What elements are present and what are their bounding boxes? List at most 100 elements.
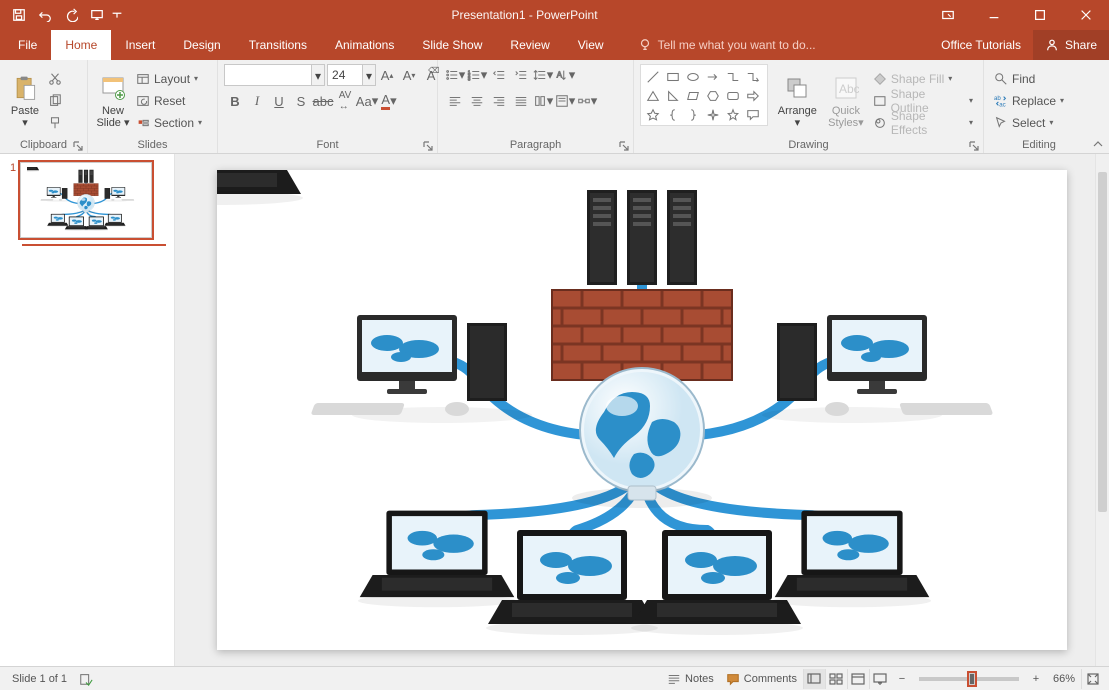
- comments-button[interactable]: Comments: [720, 672, 803, 686]
- replace-button[interactable]: abacReplace ▾: [990, 90, 1068, 112]
- bullets-button[interactable]: ▾: [444, 64, 466, 86]
- quick-styles-button[interactable]: Abc QuickStyles▾: [827, 64, 865, 137]
- justify-button[interactable]: [510, 90, 532, 112]
- minimize-button[interactable]: [971, 0, 1017, 30]
- line-spacing-button[interactable]: ▾: [532, 64, 554, 86]
- decrease-indent-button[interactable]: [488, 64, 510, 86]
- shape-conn2-icon[interactable]: [743, 67, 763, 86]
- collapse-ribbon-icon[interactable]: [1091, 137, 1105, 151]
- slide-thumbnail-1[interactable]: [20, 162, 152, 238]
- launcher-icon[interactable]: [423, 141, 433, 151]
- shape-oval-icon[interactable]: [683, 67, 703, 86]
- char-spacing-button[interactable]: AV↔: [334, 90, 356, 112]
- scrollbar-thumb[interactable]: [1098, 172, 1107, 512]
- zoom-percentage[interactable]: 66%: [1047, 673, 1081, 685]
- zoom-out-button[interactable]: −: [891, 669, 913, 689]
- tab-transitions[interactable]: Transitions: [235, 30, 321, 60]
- slide-canvas[interactable]: [217, 170, 1067, 650]
- maximize-button[interactable]: [1017, 0, 1063, 30]
- cut-button[interactable]: [44, 68, 66, 90]
- find-button[interactable]: Find: [990, 68, 1068, 90]
- shape-callout-icon[interactable]: [743, 105, 763, 124]
- zoom-slider-thumb[interactable]: [969, 673, 975, 685]
- qat-customize-icon[interactable]: [110, 0, 124, 30]
- slide-thumbnail-pane[interactable]: 1: [0, 154, 175, 666]
- change-case-button[interactable]: Aa▾: [356, 90, 378, 112]
- shape-roundrect-icon[interactable]: [723, 86, 743, 105]
- layout-button[interactable]: Layout▾: [132, 68, 206, 90]
- shape-4star-icon[interactable]: [703, 105, 723, 124]
- decrease-font-button[interactable]: A▾: [398, 64, 420, 86]
- bold-button[interactable]: B: [224, 90, 246, 112]
- shape-lbrace-icon[interactable]: [663, 105, 683, 124]
- fit-to-window-button[interactable]: [1081, 669, 1103, 689]
- shape-paral-icon[interactable]: [683, 86, 703, 105]
- redo-button[interactable]: [58, 0, 84, 30]
- account-name[interactable]: Office Tutorials: [929, 30, 1033, 60]
- shape-line-icon[interactable]: [643, 67, 663, 86]
- tab-review[interactable]: Review: [496, 30, 563, 60]
- reading-view-button[interactable]: [847, 669, 869, 689]
- launcher-icon[interactable]: [969, 141, 979, 151]
- shape-hex-icon[interactable]: [703, 86, 723, 105]
- numbering-button[interactable]: 123▾: [466, 64, 488, 86]
- italic-button[interactable]: I: [246, 90, 268, 112]
- tab-view[interactable]: View: [564, 30, 618, 60]
- vertical-scrollbar[interactable]: [1095, 154, 1109, 666]
- align-text-button[interactable]: ▾: [554, 90, 576, 112]
- shapes-gallery[interactable]: [640, 64, 768, 126]
- increase-indent-button[interactable]: [510, 64, 532, 86]
- shape-rtriangle-icon[interactable]: [663, 86, 683, 105]
- font-size-combo[interactable]: 24: [327, 64, 363, 86]
- font-name-dropdown-icon[interactable]: ▾: [312, 64, 325, 86]
- align-center-button[interactable]: [466, 90, 488, 112]
- undo-button[interactable]: [32, 0, 58, 30]
- save-button[interactable]: [6, 0, 32, 30]
- close-button[interactable]: [1063, 0, 1109, 30]
- share-button[interactable]: Share: [1033, 30, 1109, 60]
- strikethrough-button[interactable]: abc: [312, 90, 334, 112]
- tab-insert[interactable]: Insert: [111, 30, 169, 60]
- arrange-button[interactable]: Arrange▾: [772, 64, 823, 137]
- zoom-slider[interactable]: [919, 677, 1019, 681]
- format-painter-button[interactable]: [44, 112, 66, 134]
- tab-design[interactable]: Design: [169, 30, 234, 60]
- notes-button[interactable]: Notes: [661, 672, 720, 686]
- launcher-icon[interactable]: [619, 141, 629, 151]
- shape-5star-icon[interactable]: [723, 105, 743, 124]
- increase-font-button[interactable]: A▴: [376, 64, 398, 86]
- font-name-combo[interactable]: [224, 64, 312, 86]
- shape-star-icon[interactable]: [643, 105, 663, 124]
- tab-animations[interactable]: Animations: [321, 30, 408, 60]
- shadow-button[interactable]: S: [290, 90, 312, 112]
- shape-rbrace-icon[interactable]: [683, 105, 703, 124]
- shape-rect-icon[interactable]: [663, 67, 683, 86]
- tab-file[interactable]: File: [4, 30, 51, 60]
- ribbon-display-options-button[interactable]: [925, 0, 971, 30]
- start-slideshow-button[interactable]: [84, 0, 110, 30]
- normal-view-button[interactable]: [803, 669, 825, 689]
- reset-button[interactable]: Reset: [132, 90, 206, 112]
- new-slide-button[interactable]: NewSlide ▾: [94, 64, 132, 137]
- section-button[interactable]: Section▾: [132, 112, 206, 134]
- shape-triangle-icon[interactable]: [643, 86, 663, 105]
- tell-me-search[interactable]: Tell me what you want to do...: [618, 30, 816, 60]
- shape-arrowr-icon[interactable]: [743, 86, 763, 105]
- font-color-button[interactable]: A▾: [378, 90, 400, 112]
- copy-button[interactable]: [44, 90, 66, 112]
- underline-button[interactable]: U: [268, 90, 290, 112]
- paste-button[interactable]: Paste▾: [6, 64, 44, 137]
- shape-conn-icon[interactable]: [723, 67, 743, 86]
- columns-button[interactable]: ▾: [532, 90, 554, 112]
- slide-counter[interactable]: Slide 1 of 1: [6, 673, 73, 685]
- align-left-button[interactable]: [444, 90, 466, 112]
- launcher-icon[interactable]: [73, 141, 83, 151]
- slide-editor[interactable]: [175, 154, 1109, 666]
- spell-check-icon[interactable]: [73, 672, 99, 686]
- text-direction-button[interactable]: A▾: [554, 64, 576, 86]
- align-right-button[interactable]: [488, 90, 510, 112]
- shape-effects-button[interactable]: Shape Effects▾: [869, 112, 977, 134]
- shape-arrow-icon[interactable]: [703, 67, 723, 86]
- smartart-button[interactable]: ▾: [576, 90, 598, 112]
- slideshow-view-button[interactable]: [869, 669, 891, 689]
